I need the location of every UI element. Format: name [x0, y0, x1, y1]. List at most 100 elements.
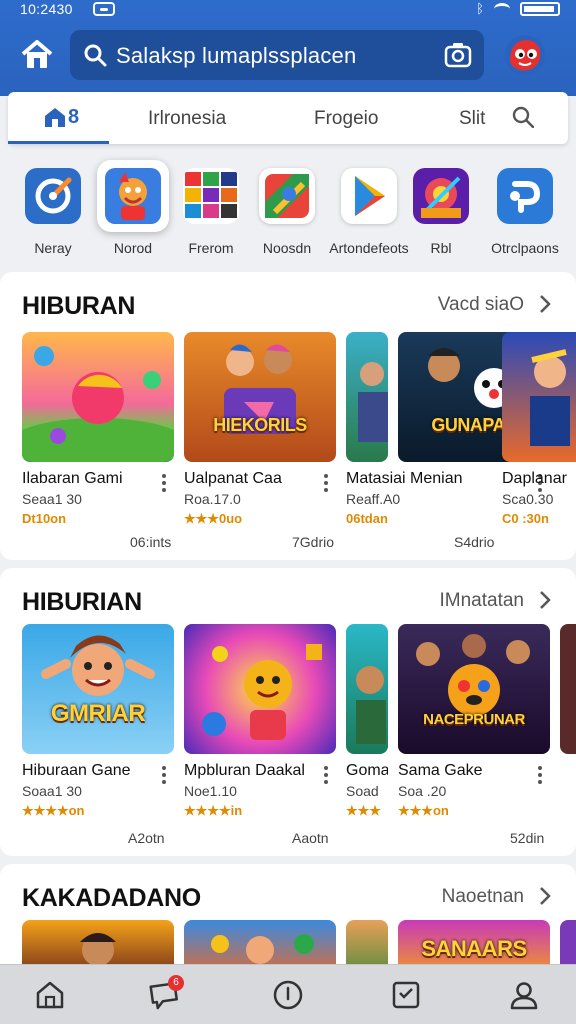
puzzle-grid-icon	[183, 168, 239, 224]
tab-slit[interactable]: Slit	[459, 108, 485, 130]
nav-home-icon[interactable]	[34, 979, 66, 1011]
nav-info-icon[interactable]	[272, 979, 304, 1011]
app-size: S4drio	[454, 534, 495, 550]
app-card[interactable]: Daplanar Sca0.30 C0 :30n	[502, 332, 576, 526]
wifi-icon	[494, 2, 510, 15]
app-thumbnail	[560, 624, 576, 754]
app-card[interactable]	[560, 624, 576, 754]
nav-games-icon[interactable]	[390, 979, 422, 1011]
app-subtitle: Seaa1 30	[22, 491, 82, 507]
app-subtitle: Sca0.30	[502, 491, 554, 507]
category-item-selected[interactable]: Norod	[90, 156, 176, 256]
chevron-right-icon[interactable]	[538, 294, 552, 314]
section-title: HIBURIAN	[22, 588, 142, 616]
mascot-icon	[97, 160, 169, 232]
category-label: Norod	[113, 240, 153, 256]
section-hiburian: HIBURIAN IMnatatan GMRIAR Hiburaan Gane …	[0, 568, 576, 856]
app-card[interactable]: Ilabaran Gami Seaa1 30 Dt10on	[22, 332, 174, 526]
app-name: Mpbluran Daakal	[184, 762, 305, 779]
thumbnail-title: SANAARS	[421, 936, 527, 961]
status-time: 10:2430	[20, 1, 73, 17]
app-rating: ★★★	[346, 803, 381, 818]
app-name: Ilabaran Gami	[22, 470, 123, 487]
search-bar[interactable]: Salaksp lumaplssplacen	[70, 30, 484, 80]
brand-icon	[497, 168, 553, 224]
thumbnail-title: HIEKORILS	[213, 415, 307, 435]
nav-profile-icon[interactable]	[508, 979, 540, 1011]
tab-home[interactable]: 8	[44, 104, 84, 130]
app-card[interactable]: HIEKORILS Ualpanat Caa Roa.17.0 ★★★0uo	[184, 332, 336, 527]
category-label: Artondefeots	[329, 240, 409, 256]
compass-icon	[25, 168, 81, 224]
app-subtitle: Reaff.A0	[346, 491, 401, 507]
app-rating: C0 :30n	[502, 511, 549, 526]
home-button[interactable]	[17, 38, 57, 72]
section-more-link[interactable]: Naoetnan	[442, 886, 524, 908]
profile-avatar[interactable]	[504, 34, 546, 76]
notification-badge: 6	[168, 975, 184, 991]
app-thumbnail: HIEKORILS	[184, 332, 336, 462]
app-name: Goma	[346, 762, 388, 779]
category-row: Neray Norod Frerom Noosdn Artondefeots R…	[0, 156, 576, 264]
nav-chat-button[interactable]: 6	[148, 975, 184, 1011]
more-options-icon[interactable]	[324, 766, 328, 784]
category-label: Rbl	[430, 240, 452, 256]
tab-bar: 8 Irlronesia Frogeio Slit	[8, 92, 568, 144]
chevron-right-icon[interactable]	[538, 886, 552, 906]
section-kakadadano: KAKADADANO Naoetnan SANAARS	[0, 864, 576, 980]
app-size: 7Gdrio	[292, 534, 335, 550]
app-header: 10:2430 ᛒ Salaksp lumaplssplacen	[0, 0, 576, 96]
camera-icon[interactable]	[444, 42, 472, 68]
more-options-icon[interactable]	[538, 766, 542, 784]
app-rating: Dt10on	[22, 511, 67, 526]
tab-frogeio[interactable]: Frogeio	[314, 108, 378, 130]
app-subtitle: Noe1.10	[184, 783, 237, 799]
app-card[interactable]: NACEPRUNAR Sama Gake Soa .20 ★★★on	[398, 624, 550, 819]
game-art-icon	[413, 168, 469, 224]
search-text[interactable]: Salaksp lumaplssplacen	[116, 43, 356, 69]
more-options-icon[interactable]	[162, 766, 166, 784]
section-title: KAKADADANO	[22, 884, 201, 912]
app-thumbnail	[346, 624, 388, 754]
tab-indonesia[interactable]: Irlronesia	[148, 108, 226, 130]
app-size: Aaotn	[292, 830, 329, 846]
app-name: Hiburaan Gane	[22, 762, 131, 779]
category-item[interactable]: Otrclpaons	[480, 156, 570, 256]
tab-search-icon[interactable]	[512, 106, 534, 128]
app-thumbnail: NACEPRUNAR	[398, 624, 550, 754]
category-item[interactable]: Rbl	[404, 156, 478, 256]
category-item[interactable]: Noosdn	[250, 156, 324, 256]
section-title: HIBURAN	[22, 292, 136, 320]
category-label: Otrclpaons	[491, 240, 559, 256]
home-tab-icon	[45, 108, 65, 127]
more-options-icon[interactable]	[324, 474, 328, 492]
app-size: A2otn	[128, 830, 165, 846]
app-card[interactable]: Mpbluran Daakal Noe1.10 ★★★★in	[184, 624, 336, 819]
category-item[interactable]: Neray	[16, 156, 90, 256]
section-more-link[interactable]: Vacd siaO	[438, 294, 524, 316]
category-item[interactable]: Frerom	[174, 156, 248, 256]
category-item[interactable]: Artondefeots	[326, 156, 412, 256]
app-size: 06:ints	[130, 534, 172, 550]
house-icon	[21, 40, 53, 68]
app-name: Sama Gake	[398, 762, 483, 779]
status-bar: 10:2430 ᛒ	[0, 0, 576, 22]
chevron-right-icon[interactable]	[538, 590, 552, 610]
app-rating: 06tdan	[346, 511, 388, 526]
app-card[interactable]: Matasiai Menian Reaff.A0 06tdan	[346, 332, 463, 526]
section-hiburan: HIBURAN Vacd siaO Ilabaran Gami Seaa1 30…	[0, 272, 576, 560]
more-options-icon[interactable]	[162, 474, 166, 492]
app-card[interactable]: Goma Soad ★★★	[346, 624, 388, 819]
app-rating: ★★★★on	[22, 803, 85, 818]
app-rating: ★★★0uo	[184, 511, 243, 526]
category-label: Neray	[34, 240, 72, 256]
app-card[interactable]: GMRIAR Hiburaan Gane Soaa1 30 ★★★★on	[22, 624, 174, 819]
app-size: 52din	[510, 830, 545, 846]
bluetooth-icon: ᛒ	[476, 1, 484, 16]
app-thumbnail	[346, 332, 388, 462]
maps-icon	[259, 168, 315, 224]
section-more-link[interactable]: IMnatatan	[440, 590, 525, 612]
system-icons: ᛒ	[476, 1, 560, 16]
play-store-icon	[341, 168, 397, 224]
app-thumbnail	[22, 332, 174, 462]
